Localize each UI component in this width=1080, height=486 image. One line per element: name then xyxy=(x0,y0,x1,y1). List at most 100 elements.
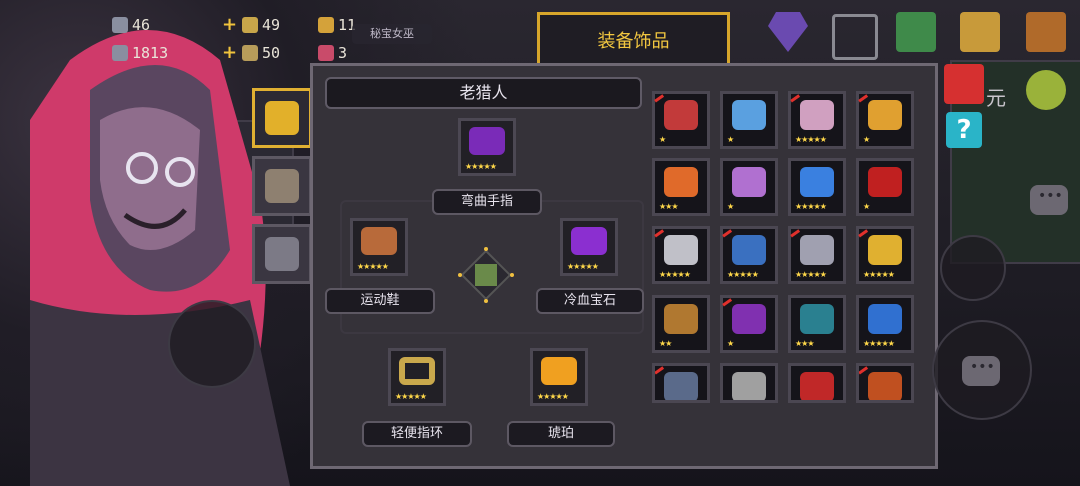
cart-icon[interactable] xyxy=(832,14,878,60)
resource-value: 46 xyxy=(132,16,151,34)
star-rating: ★★★★★ xyxy=(863,270,895,279)
inventory-slot[interactable]: ★ xyxy=(856,91,914,149)
star-rating: ★ xyxy=(727,339,734,348)
star-rating: ★ xyxy=(863,135,870,144)
map-icon[interactable] xyxy=(1026,12,1066,52)
chest-icon[interactable] xyxy=(960,12,1000,52)
star-rating: ★★★★★ xyxy=(795,135,827,144)
star-rating: ★★★★★ xyxy=(863,339,895,348)
close-icon[interactable] xyxy=(944,64,984,104)
inventory-slot[interactable]: ★ xyxy=(720,158,778,216)
fish-icon xyxy=(318,17,334,33)
purple-gem-icon xyxy=(571,227,607,255)
chat-icon[interactable] xyxy=(1030,185,1068,215)
star-rating: ★ xyxy=(727,135,734,144)
skill-button[interactable] xyxy=(940,235,1006,301)
teal-shell-icon xyxy=(800,304,834,334)
star-rating: ★★★★★ xyxy=(395,392,427,401)
equip-label-bottom-left: 轻便指环 xyxy=(362,421,472,447)
star-rating: ★ xyxy=(659,135,666,144)
inventory-slot[interactable]: ★ xyxy=(720,295,778,353)
character-name: 老猎人 xyxy=(325,77,642,109)
inventory-slot[interactable]: ★★★★★ xyxy=(788,226,846,284)
inventory-slot[interactable] xyxy=(856,363,914,403)
inventory-slot[interactable] xyxy=(788,363,846,403)
equip-slot-top[interactable]: ★★★★★ xyxy=(458,118,516,176)
inventory-slot[interactable]: ★ xyxy=(720,91,778,149)
inventory-slot[interactable]: ★ xyxy=(856,158,914,216)
add-coins-button[interactable]: + xyxy=(222,14,237,35)
attack-button[interactable] xyxy=(932,320,1032,420)
star-rating: ★★★★★ xyxy=(795,270,827,279)
inventory-slot[interactable]: ★★★★★ xyxy=(788,91,846,149)
coin-icon xyxy=(242,17,258,33)
gem-icon xyxy=(112,17,128,33)
tab-pets[interactable] xyxy=(252,156,312,216)
star-rating: ★★★ xyxy=(795,339,814,348)
star-rating: ★★★★★ xyxy=(465,162,497,171)
resource-materials: 1813 xyxy=(112,44,168,62)
blue-crystal-icon xyxy=(868,304,902,334)
equip-slot-right[interactable]: ★★★★★ xyxy=(560,218,618,276)
inventory-slot[interactable]: ★★ xyxy=(652,295,710,353)
amber-icon xyxy=(541,357,577,385)
purple-ring-icon xyxy=(469,127,505,155)
resource-value: 1813 xyxy=(132,44,169,62)
star-rating: ★★★★★ xyxy=(659,270,691,279)
stack-icon[interactable] xyxy=(896,12,936,52)
creature-icon xyxy=(265,169,299,203)
resource-value: 50 xyxy=(262,44,281,62)
inventory-slot[interactable]: ★★★★★ xyxy=(856,295,914,353)
parts-icon xyxy=(242,45,258,61)
resource-gems: 46 xyxy=(112,16,150,34)
resource-value: 49 xyxy=(262,16,281,34)
inventory-slot[interactable]: ★★★★★ xyxy=(788,158,846,216)
tab-accessories[interactable] xyxy=(252,88,312,148)
star-rating: ★ xyxy=(863,202,870,211)
inventory-slot[interactable] xyxy=(652,363,710,403)
resource-fish: 11 xyxy=(318,16,356,34)
equip-label-left: 运动鞋 xyxy=(325,288,435,314)
right-label: 元 xyxy=(986,86,1006,110)
inventory-slot[interactable] xyxy=(720,363,778,403)
star-rating: ★ xyxy=(727,202,734,211)
equip-slot-bottom-right[interactable]: ★★★★★ xyxy=(530,348,588,406)
gold-ring-icon xyxy=(399,357,435,385)
star-rating: ★★★ xyxy=(659,202,678,211)
move-joystick[interactable] xyxy=(168,300,256,388)
gold-pot-icon xyxy=(265,101,299,135)
pear-icon[interactable] xyxy=(1026,70,1066,110)
inventory-slot[interactable]: ★★★★★ xyxy=(720,226,778,284)
resource-tickets: 3 xyxy=(318,44,347,62)
tab-tools[interactable] xyxy=(252,224,312,284)
add-parts-button[interactable]: + xyxy=(222,42,237,63)
fist-icon xyxy=(732,372,766,400)
target-icon xyxy=(664,167,698,197)
inventory-slot[interactable]: ★★★ xyxy=(788,295,846,353)
star-rating: ★★★★★ xyxy=(567,262,599,271)
equip-slot-left[interactable]: ★★★★★ xyxy=(350,218,408,276)
resource-value: 3 xyxy=(338,44,348,62)
inventory-slot[interactable]: ★★★★★ xyxy=(652,226,710,284)
equip-label-right: 冷血宝石 xyxy=(536,288,644,314)
help-icon[interactable]: ? xyxy=(946,112,982,148)
equip-label-top: 弯曲手指 xyxy=(432,189,542,215)
panel-title-tab[interactable]: 装备饰品 xyxy=(537,12,730,70)
sneaker-icon xyxy=(361,227,397,255)
anvil-icon xyxy=(265,237,299,271)
character-portrait xyxy=(30,30,290,486)
star-rating: ★★★★★ xyxy=(537,392,569,401)
equip-label-bottom-right: 琥珀 xyxy=(507,421,615,447)
blue-gem-icon xyxy=(800,167,834,197)
ticket-icon xyxy=(318,45,334,61)
emote-icon[interactable] xyxy=(962,356,1000,386)
inventory-slot[interactable]: ★★★★★ xyxy=(856,226,914,284)
panel-title: 装备饰品 xyxy=(597,31,670,52)
equip-slot-bottom-left[interactable]: ★★★★★ xyxy=(388,348,446,406)
resource-coins: 49 xyxy=(242,16,280,34)
material-icon xyxy=(112,45,128,61)
inventory-slot[interactable]: ★★★ xyxy=(652,158,710,216)
star-rating: ★★★★★ xyxy=(795,202,827,211)
inventory-slot[interactable]: ★ xyxy=(652,91,710,149)
red-cape-icon xyxy=(800,372,834,400)
